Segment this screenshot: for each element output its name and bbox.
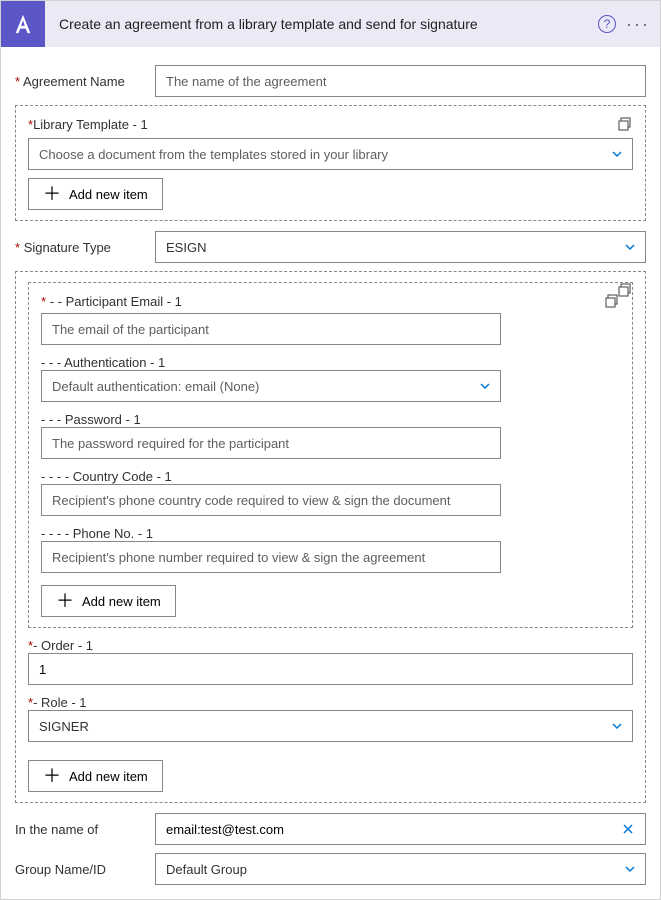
add-library-template-button[interactable]: ＋ Add new item xyxy=(28,178,163,210)
card-title: Create an agreement from a library templ… xyxy=(45,16,598,32)
clear-icon[interactable] xyxy=(617,822,639,836)
adobe-sign-icon xyxy=(1,1,45,47)
group-dropdown[interactable]: Default Group xyxy=(155,853,646,885)
field-group: Group Name/ID Default Group xyxy=(15,853,646,885)
authentication-dropdown[interactable]: Default authentication: email (None) xyxy=(41,370,501,402)
plus-icon: ＋ xyxy=(43,185,61,203)
signature-type-label: Signature Type xyxy=(24,240,111,255)
participant-section: * - - Participant Email - 1 - - - Authen… xyxy=(15,271,646,803)
country-code-label: - - - - Country Code - 1 xyxy=(41,469,592,484)
in-name-of-wrapper xyxy=(155,813,646,845)
order-label: - Order - 1 xyxy=(33,638,93,653)
card-header: Create an agreement from a library templ… xyxy=(1,1,660,47)
authentication-label: - - - Authentication - 1 xyxy=(41,355,592,370)
help-icon[interactable]: ? xyxy=(598,15,616,33)
chevron-down-icon xyxy=(623,862,637,876)
plus-icon: ＋ xyxy=(56,592,74,610)
chevron-down-icon xyxy=(610,719,624,733)
group-label: Group Name/ID xyxy=(15,862,155,877)
field-agreement-name: * Agreement Name xyxy=(15,65,646,97)
agreement-name-label: Agreement Name xyxy=(23,74,125,89)
action-card: Create an agreement from a library templ… xyxy=(0,0,661,900)
field-in-name-of: In the name of xyxy=(15,813,646,845)
phone-input[interactable] xyxy=(41,541,501,573)
in-name-of-input[interactable] xyxy=(166,822,617,837)
role-value: SIGNER xyxy=(39,719,610,734)
add-auth-item-button[interactable]: ＋ Add new item xyxy=(41,585,176,617)
card-body: * Agreement Name *Library Template - 1 C… xyxy=(1,47,660,899)
authentication-placeholder: Default authentication: email (None) xyxy=(52,379,478,394)
participant-email-input[interactable] xyxy=(41,313,501,345)
participant-email-label: - - Participant Email - 1 xyxy=(50,294,182,309)
role-dropdown[interactable]: SIGNER xyxy=(28,710,633,742)
library-template-section: *Library Template - 1 Choose a document … xyxy=(15,105,646,221)
country-code-input[interactable] xyxy=(41,484,501,516)
order-input[interactable] xyxy=(28,653,633,685)
group-value: Default Group xyxy=(166,862,623,877)
role-label: - Role - 1 xyxy=(33,695,86,710)
chevron-down-icon xyxy=(623,240,637,254)
switch-array-icon[interactable] xyxy=(604,293,620,309)
signature-type-value: ESIGN xyxy=(166,240,623,255)
field-signature-type: * Signature Type ESIGN xyxy=(15,231,646,263)
add-participant-button[interactable]: ＋ Add new item xyxy=(28,760,163,792)
password-input[interactable] xyxy=(41,427,501,459)
in-name-of-label: In the name of xyxy=(15,822,155,837)
email-auth-section: * - - Participant Email - 1 - - - Authen… xyxy=(28,282,633,628)
library-template-placeholder: Choose a document from the templates sto… xyxy=(39,147,610,162)
chevron-down-icon xyxy=(478,379,492,393)
plus-icon: ＋ xyxy=(43,767,61,785)
agreement-name-input[interactable] xyxy=(155,65,646,97)
switch-array-icon[interactable] xyxy=(617,116,633,132)
library-template-label: Library Template - 1 xyxy=(33,117,148,132)
more-menu-icon[interactable]: ··· xyxy=(626,15,650,33)
password-label: - - - Password - 1 xyxy=(41,412,592,427)
chevron-down-icon xyxy=(610,147,624,161)
library-template-dropdown[interactable]: Choose a document from the templates sto… xyxy=(28,138,633,170)
phone-label: - - - - Phone No. - 1 xyxy=(41,526,592,541)
signature-type-dropdown[interactable]: ESIGN xyxy=(155,231,646,263)
